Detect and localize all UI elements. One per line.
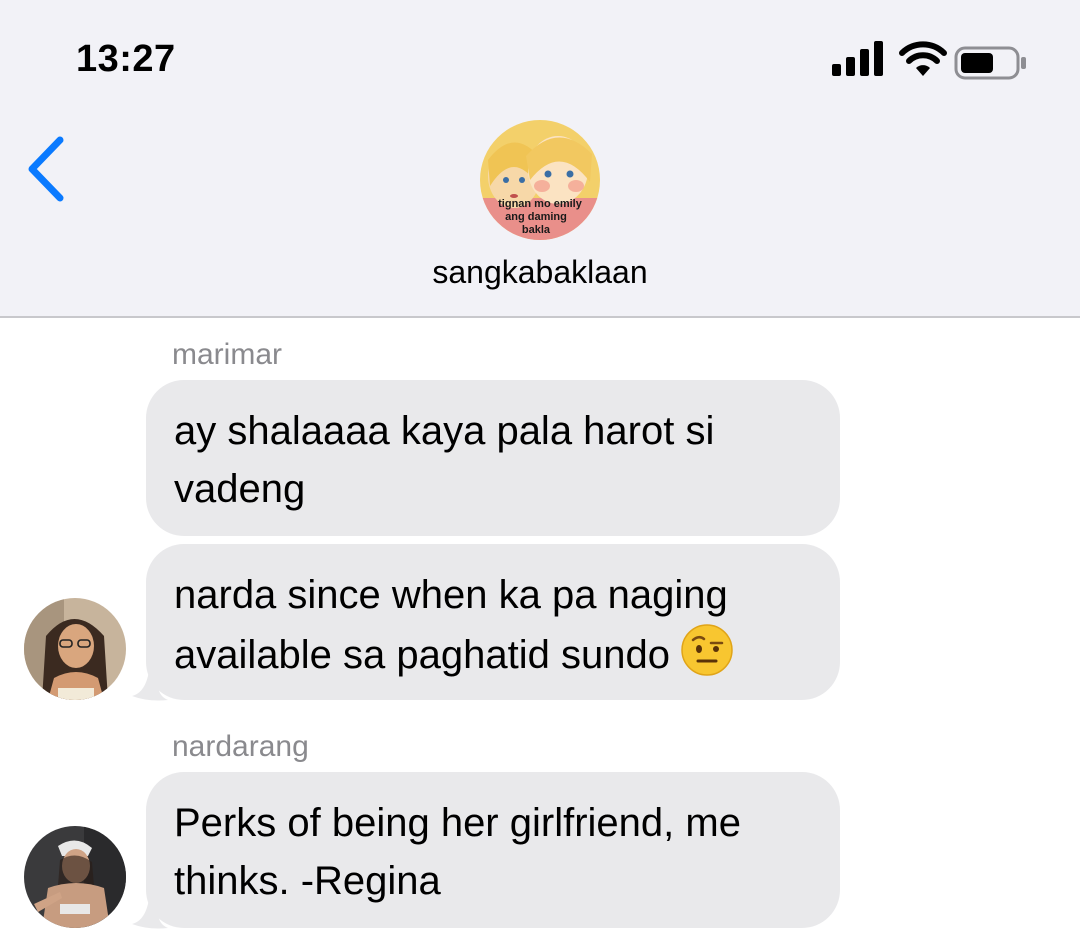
avatar-image <box>24 598 126 700</box>
avatar-caption-line1: tignan mo emily <box>498 198 583 210</box>
back-chevron-icon[interactable] <box>22 134 72 204</box>
avatar-image <box>24 826 126 928</box>
message-bubble[interactable]: narda since when ka pa naging available … <box>146 544 840 700</box>
message-text: ay shalaaaa kaya pala harot si vadeng <box>174 409 715 511</box>
message-bubble[interactable]: Perks of being her girlfriend, me thinks… <box>146 772 840 928</box>
battery-icon <box>954 46 1026 80</box>
avatar-nardarang[interactable] <box>24 826 126 928</box>
sender-name: nardarang <box>172 730 309 763</box>
group-avatar-image: tignan mo emily ang daming bakla <box>480 120 600 240</box>
message-bubble[interactable]: ay shalaaaa kaya pala harot si vadeng <box>146 380 840 536</box>
group-name[interactable]: sangkabaklaan <box>0 254 1080 291</box>
sender-name: marimar <box>172 338 282 371</box>
bubble-tail <box>132 890 168 929</box>
status-time: 13:27 <box>76 38 176 80</box>
conversation-header: 13:27 tignan mo emily ang daming bakla s… <box>0 0 1080 318</box>
cellular-signal-icon <box>832 41 883 76</box>
message-text: Perks of being her girlfriend, me thinks… <box>174 801 741 903</box>
face-with-raised-eyebrow-icon <box>681 624 733 676</box>
avatar-caption-line2: ang daming <box>505 211 567 223</box>
avatar-marimar[interactable] <box>24 598 126 700</box>
avatar-caption-line3: bakla <box>522 224 551 236</box>
bubble-tail <box>132 662 168 701</box>
message-text: narda since when ka pa naging available … <box>174 573 728 677</box>
wifi-icon <box>899 41 947 76</box>
group-avatar[interactable]: tignan mo emily ang daming bakla <box>480 120 600 240</box>
